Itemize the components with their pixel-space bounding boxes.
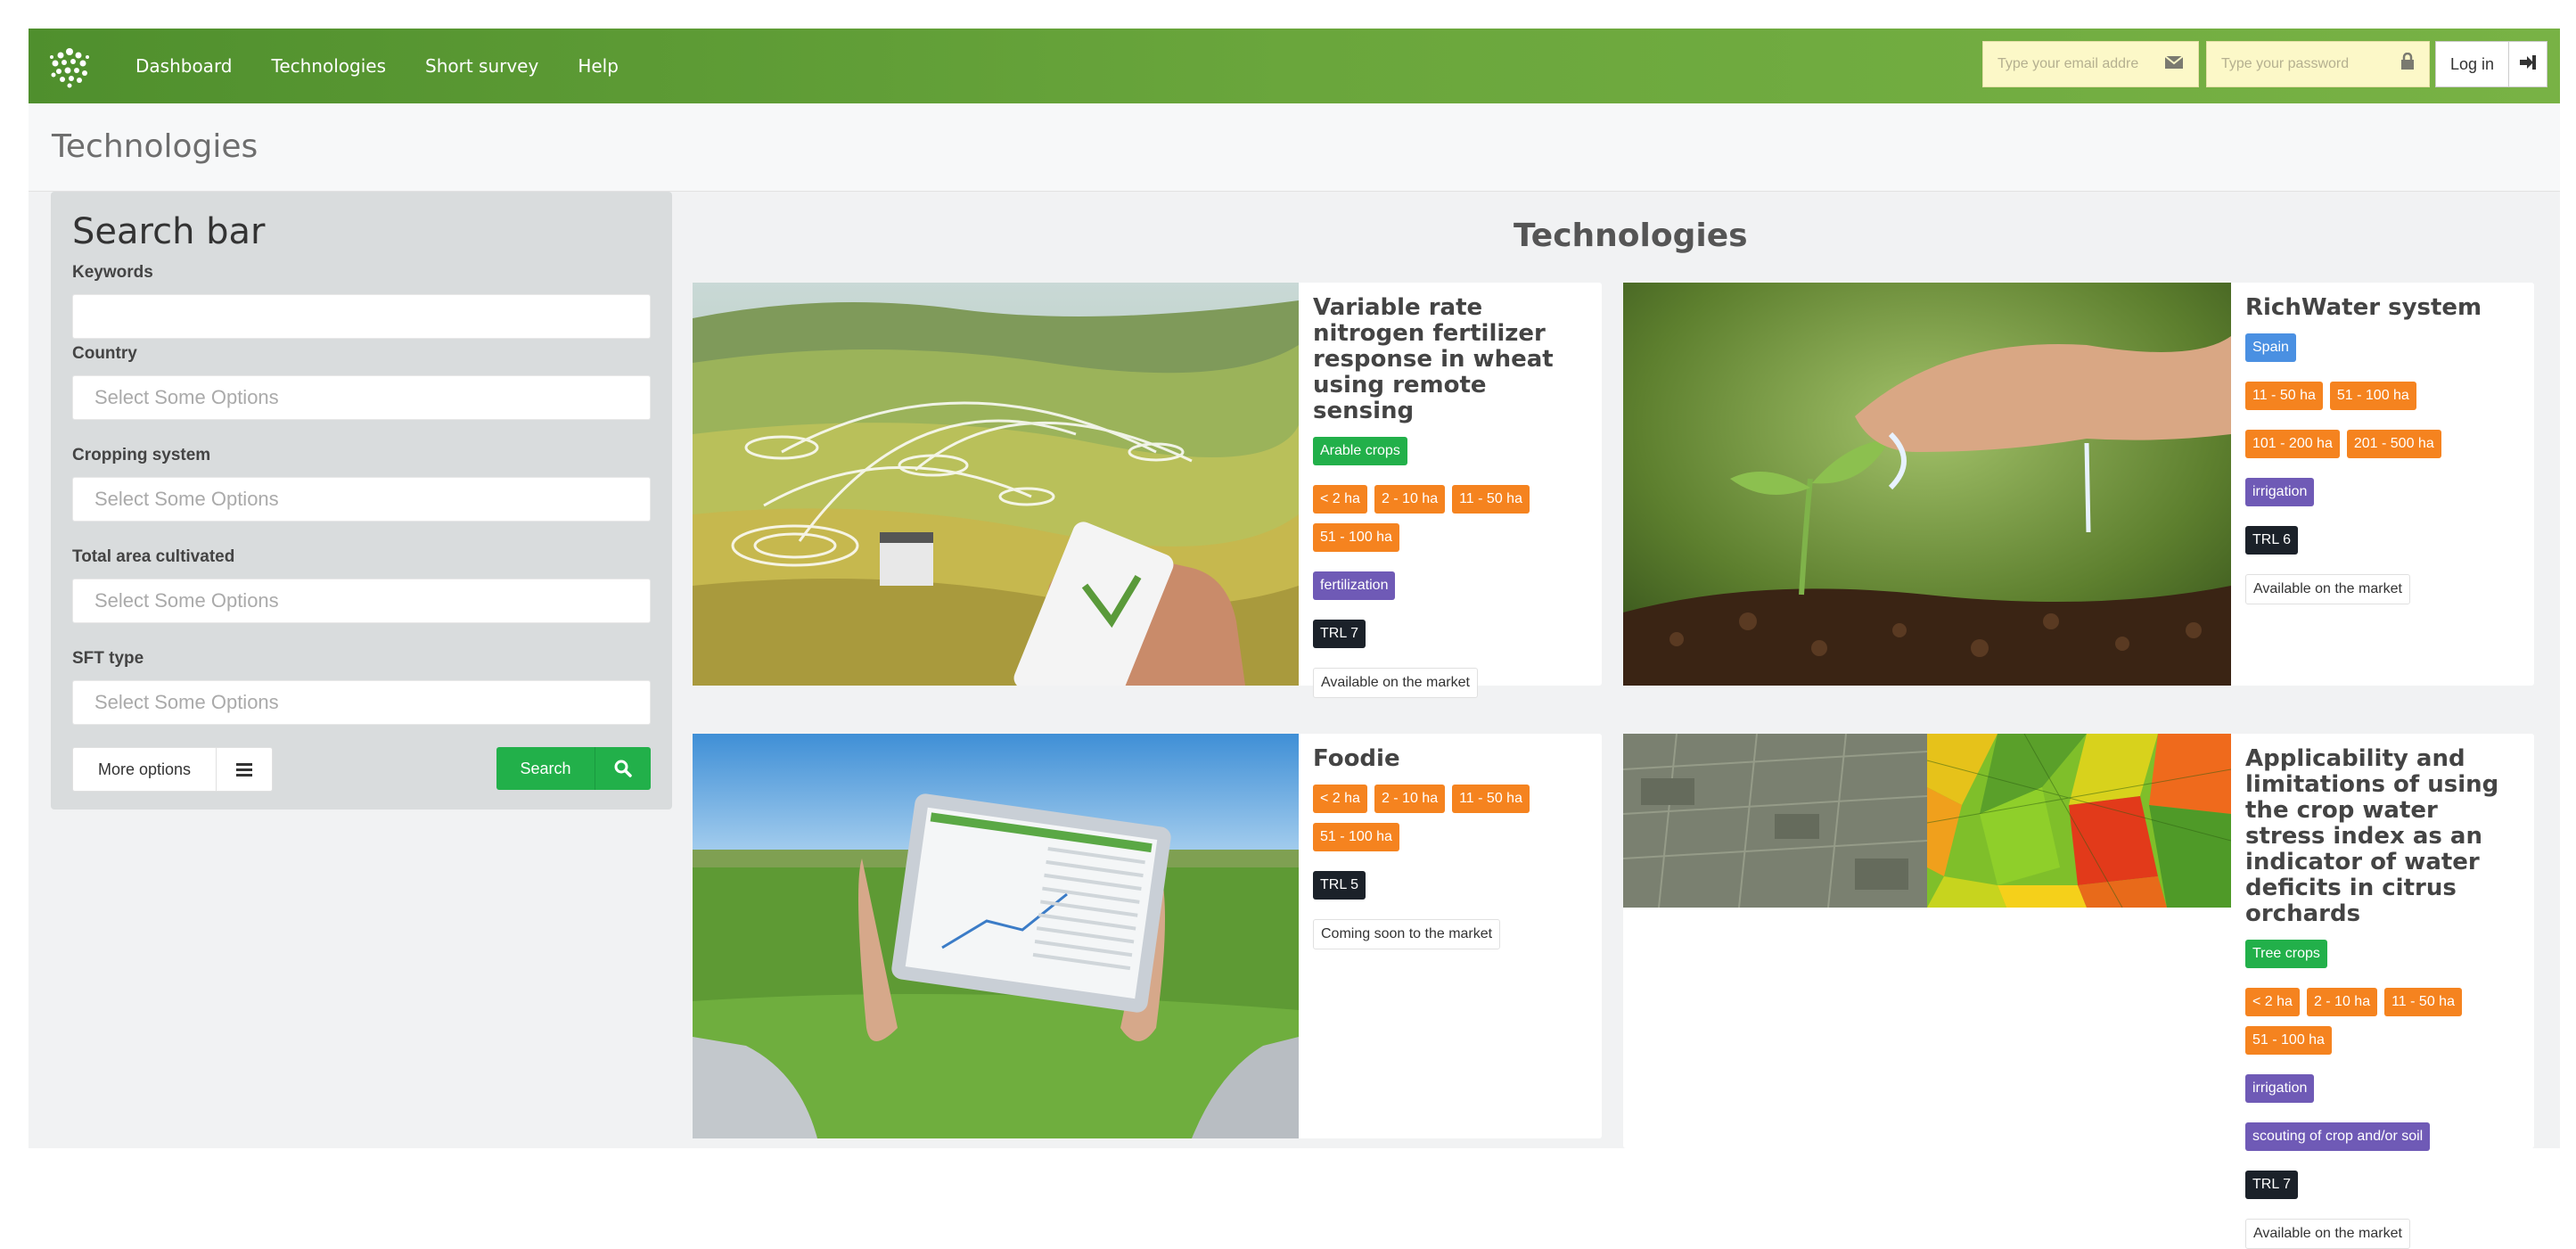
page-header: Technologies: [29, 103, 2560, 192]
card-tags: < 2 ha 2 - 10 ha 11 - 50 ha 51 - 100 ha …: [1313, 785, 1589, 949]
more-options-label: More options: [73, 748, 217, 791]
sft-tag: irrigation: [2245, 478, 2315, 506]
sft-tag: scouting of crop and/or soil: [2245, 1122, 2431, 1151]
technology-card[interactable]: Foodie < 2 ha 2 - 10 ha 11 - 50 ha 51 - …: [693, 734, 1602, 1138]
trl-tag: TRL 6: [2245, 526, 2298, 555]
country-label: Country: [72, 344, 137, 363]
technology-card[interactable]: RichWater system Spain 11 - 50 ha 51 - 1…: [1623, 283, 2534, 686]
trl-tag: TRL 7: [1313, 620, 1366, 648]
keywords-label: Keywords: [72, 263, 153, 282]
cropping-system-select[interactable]: Select Some Options: [72, 477, 651, 522]
crop-tag: Tree crops: [2245, 940, 2327, 968]
area-tag: 11 - 50 ha: [2384, 988, 2462, 1016]
card-title[interactable]: RichWater system: [2245, 295, 2522, 321]
card-info: Foodie < 2 ha 2 - 10 ha 11 - 50 ha 51 - …: [1313, 746, 1589, 949]
card-image[interactable]: [693, 283, 1299, 686]
top-navbar: Dashboard Technologies Short survey Help…: [29, 29, 2560, 103]
search-bar-title: Search bar: [72, 211, 266, 252]
country-tag: Spain: [2245, 333, 2296, 362]
nav-technologies[interactable]: Technologies: [272, 55, 386, 77]
market-status-tag: Available on the market: [1313, 668, 1478, 698]
crop-tag: Arable crops: [1313, 437, 1407, 465]
keywords-input[interactable]: [72, 294, 651, 339]
area-tag: 2 - 10 ha: [1374, 785, 1446, 813]
sign-in-icon: [2509, 54, 2547, 75]
area-tag: 51 - 100 ha: [2329, 382, 2416, 410]
area-tag: 51 - 100 ha: [2245, 1026, 2332, 1055]
area-tag: 2 - 10 ha: [1374, 485, 1446, 514]
sft-tag: fertilization: [1313, 571, 1396, 600]
nav-dashboard[interactable]: Dashboard: [135, 55, 233, 77]
area-tag: < 2 ha: [2245, 988, 2300, 1016]
card-tags: Arable crops < 2 ha 2 - 10 ha 11 - 50 ha…: [1313, 437, 1589, 698]
card-image[interactable]: [693, 734, 1299, 1138]
card-info: Applicability and limitations of using t…: [2245, 746, 2522, 1249]
market-status-tag: Coming soon to the market: [1313, 919, 1501, 949]
envelope-icon: [2161, 54, 2184, 75]
sft-type-select[interactable]: Select Some Options: [72, 680, 651, 725]
area-tag: 11 - 50 ha: [1452, 485, 1530, 514]
sft-type-label: SFT type: [72, 649, 144, 668]
card-tags: Tree crops < 2 ha 2 - 10 ha 11 - 50 ha 5…: [2245, 940, 2522, 1249]
login-form: Type your email addre Type your password…: [1981, 41, 2547, 87]
lock-icon: [2391, 52, 2415, 76]
password-field[interactable]: Type your password: [2205, 41, 2430, 87]
card-tags: Spain 11 - 50 ha 51 - 100 ha 101 - 200 h…: [2245, 333, 2522, 604]
country-select[interactable]: Select Some Options: [72, 375, 651, 420]
search-sidebar: Search bar Keywords Country Select Some …: [51, 192, 672, 809]
card-image[interactable]: [1623, 283, 2231, 686]
cropping-system-label: Cropping system: [72, 446, 211, 464]
nav-help[interactable]: Help: [578, 55, 619, 77]
market-status-tag: Available on the market: [2245, 1219, 2410, 1249]
market-status-tag: Available on the market: [2245, 574, 2410, 604]
nav-short-survey[interactable]: Short survey: [425, 55, 538, 77]
search-icon: [595, 747, 651, 790]
sft-tag: irrigation: [2245, 1074, 2315, 1103]
email-field[interactable]: Type your email addre: [1981, 41, 2199, 87]
area-tag: 51 - 100 ha: [1313, 823, 1399, 851]
area-tag: 201 - 500 ha: [2346, 430, 2441, 458]
technology-card[interactable]: Variable rate nitrogen fertilizer respon…: [693, 283, 1602, 698]
more-options-button[interactable]: More options: [72, 747, 273, 792]
search-label: Search: [496, 747, 595, 790]
login-label: Log in: [2436, 42, 2509, 86]
email-placeholder: Type your email addre: [1997, 56, 2139, 71]
page-title: Technologies: [52, 128, 258, 165]
area-tag: 51 - 100 ha: [1313, 523, 1399, 552]
password-placeholder: Type your password: [2220, 56, 2350, 71]
card-info: Variable rate nitrogen fertilizer respon…: [1313, 295, 1589, 698]
area-tag: 11 - 50 ha: [2245, 382, 2323, 410]
card-title[interactable]: Variable rate nitrogen fertilizer respon…: [1313, 295, 1589, 424]
total-area-label: Total area cultivated: [72, 547, 235, 566]
area-tag: 101 - 200 ha: [2245, 430, 2340, 458]
technologies-heading: Technologies: [1514, 218, 1748, 254]
list-icon: [217, 748, 272, 791]
search-button[interactable]: Search: [496, 747, 651, 790]
area-tag: < 2 ha: [1313, 785, 1367, 813]
total-area-select[interactable]: Select Some Options: [72, 579, 651, 623]
area-tag: < 2 ha: [1313, 485, 1367, 514]
card-title[interactable]: Applicability and limitations of using t…: [2245, 746, 2522, 927]
area-tag: 11 - 50 ha: [1452, 785, 1530, 813]
area-tag: 2 - 10 ha: [2306, 988, 2378, 1016]
trl-tag: TRL 5: [1313, 871, 1366, 900]
card-info: RichWater system Spain 11 - 50 ha 51 - 1…: [2245, 295, 2522, 604]
trl-tag: TRL 7: [2245, 1171, 2298, 1199]
logo-icon[interactable]: [43, 39, 96, 93]
card-image[interactable]: [1623, 734, 2231, 908]
login-button[interactable]: Log in: [2434, 41, 2547, 87]
technology-card[interactable]: Applicability and limitations of using t…: [1623, 734, 2534, 1249]
card-title[interactable]: Foodie: [1313, 746, 1589, 772]
